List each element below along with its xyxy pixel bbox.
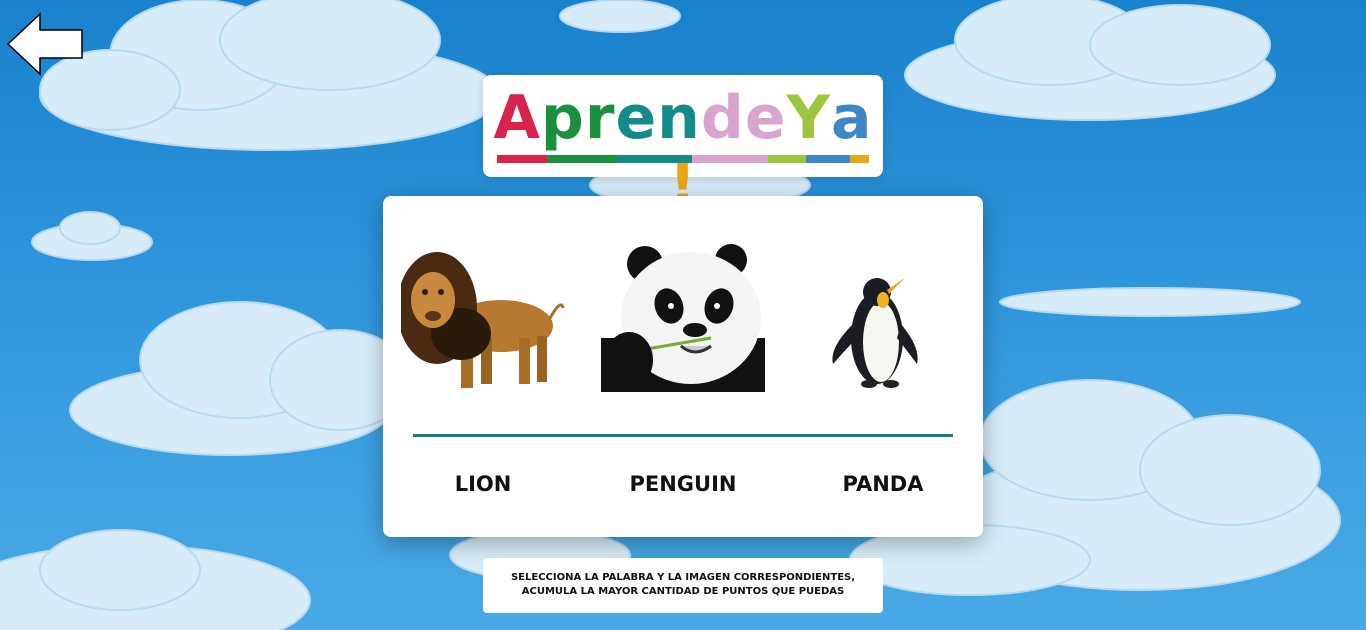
left-arrow-icon: [6, 12, 83, 76]
logo-stripe-segment: [806, 155, 850, 163]
logo-letter: e: [615, 83, 658, 153]
app-logo: AprendeYa!: [483, 75, 883, 217]
panda-image-tile[interactable]: [601, 238, 765, 392]
game-board: LION PENGUIN PANDA: [383, 196, 983, 537]
logo-letter: r: [584, 83, 616, 153]
logo-stripe-segment: [850, 155, 869, 163]
panda-image: [601, 238, 765, 392]
word-option-lion[interactable]: LION: [383, 472, 583, 496]
word-option-panda[interactable]: PANDA: [783, 472, 983, 496]
logo-letter: e: [744, 83, 787, 153]
word-option-penguin[interactable]: PENGUIN: [583, 472, 783, 496]
logo-stripe-segment: [692, 155, 768, 163]
logo-letter: n: [657, 83, 701, 153]
lion-image: [401, 252, 565, 388]
penguin-image: [832, 278, 918, 388]
logo-letter: d: [700, 83, 745, 153]
logo-stripe-segment: [768, 155, 806, 163]
logo-letter: Y: [786, 83, 831, 153]
penguin-image-tile[interactable]: [801, 238, 965, 392]
back-button[interactable]: [6, 12, 86, 76]
divider-line: [413, 434, 953, 437]
logo-stripe-segment: [617, 155, 692, 163]
logo-letter: A: [493, 83, 541, 153]
logo-letter: a: [831, 83, 873, 153]
logo-stripe-segment: [497, 155, 547, 163]
logo-color-stripe: [497, 155, 869, 163]
instructions-card: SELECCIONA LA PALABRA Y LA IMAGEN CORRES…: [483, 558, 883, 613]
instructions-line-2: ACUMULA LA MAYOR CANTIDAD DE PUNTOS QUE …: [521, 586, 845, 597]
logo-letter: p: [540, 83, 585, 153]
lion-image-tile[interactable]: [401, 238, 565, 392]
logo-stripe-segment: [547, 155, 617, 163]
instructions-line-1: SELECCIONA LA PALABRA Y LA IMAGEN CORRES…: [510, 572, 856, 583]
